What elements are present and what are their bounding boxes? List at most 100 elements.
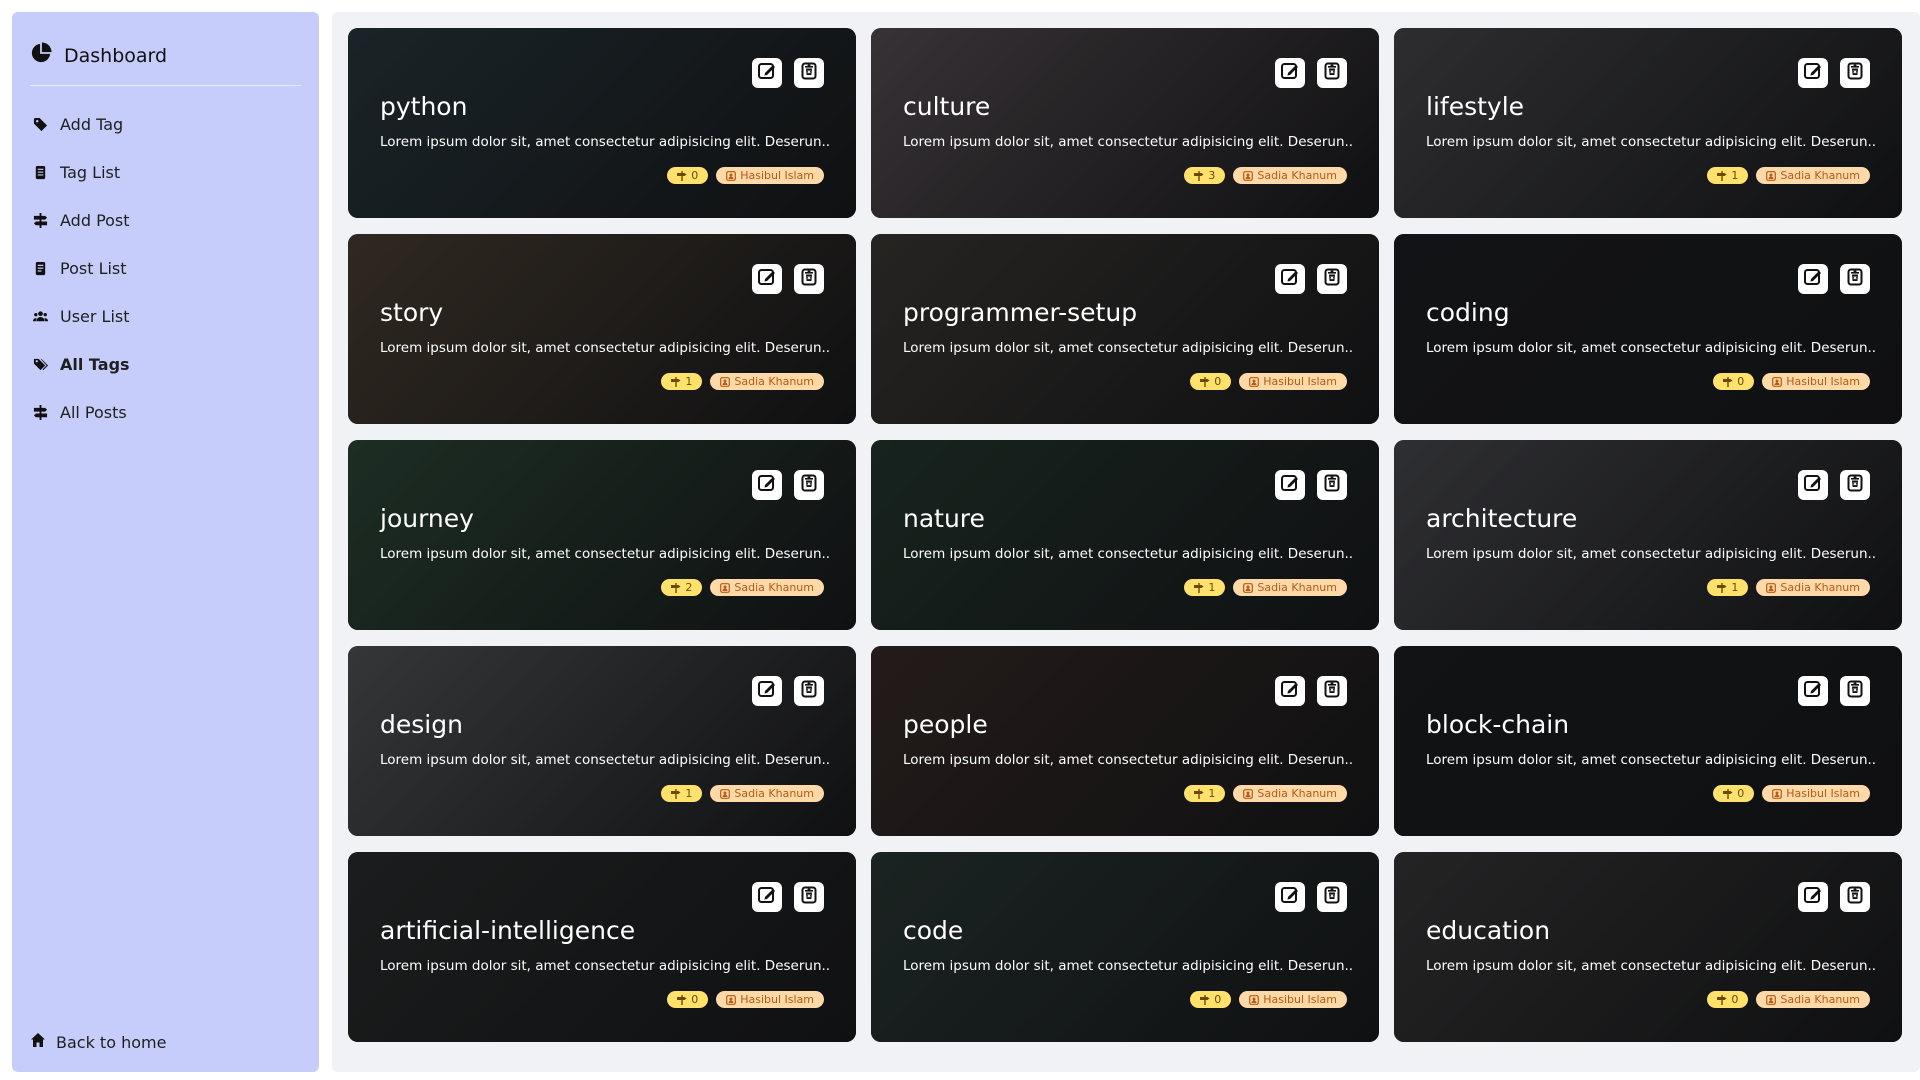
card-title: story: [380, 298, 444, 327]
post-count: 1: [1731, 169, 1739, 182]
edit-button[interactable]: [1275, 264, 1305, 294]
tag-card-programmer-setup[interactable]: programmer-setup Lorem ipsum dolor sit, a…: [871, 234, 1379, 424]
card-overlay: [1394, 440, 1902, 630]
delete-button[interactable]: [1317, 882, 1347, 912]
edit-icon: [1280, 473, 1300, 497]
sidebar-item-all-tags[interactable]: All Tags: [30, 340, 301, 388]
edit-button[interactable]: [1798, 58, 1828, 88]
trash-icon: [1322, 267, 1342, 291]
signpost-icon: [677, 994, 687, 1005]
delete-button[interactable]: [1317, 470, 1347, 500]
edit-button[interactable]: [1798, 470, 1828, 500]
card-badges: 0 Hasibul Islam: [1190, 991, 1347, 1008]
trash-icon: [1845, 61, 1865, 85]
author-badge: Sadia Khanum: [1756, 579, 1870, 596]
post-count: 2: [685, 581, 693, 594]
edit-button[interactable]: [1275, 58, 1305, 88]
tag-card-culture[interactable]: culture Lorem ipsum dolor sit, amet conse…: [871, 28, 1379, 218]
home-icon: [30, 1032, 46, 1052]
sidebar-item-add-post[interactable]: Add Post: [30, 196, 301, 244]
delete-button[interactable]: [1840, 264, 1870, 294]
delete-button[interactable]: [1840, 882, 1870, 912]
user-icon: [1243, 582, 1254, 593]
user-icon: [726, 994, 737, 1005]
post-count-badge: 1: [1707, 167, 1749, 184]
card-overlay: [871, 646, 1379, 836]
tag-card-coding[interactable]: coding Lorem ipsum dolor sit, amet consec…: [1394, 234, 1902, 424]
post-count: 1: [685, 787, 693, 800]
author-name: Hasibul Islam: [740, 169, 814, 182]
edit-icon: [1280, 885, 1300, 909]
sidebar-item-label: Add Tag: [60, 114, 124, 134]
tag-card-design[interactable]: design Lorem ipsum dolor sit, amet consec…: [348, 646, 856, 836]
delete-button[interactable]: [794, 470, 824, 500]
dashboard-title: Dashboard: [64, 44, 168, 67]
sidebar-item-add-tag[interactable]: Add Tag: [30, 100, 301, 148]
delete-button[interactable]: [1317, 58, 1347, 88]
card-title: artificial-intelligence: [380, 916, 636, 945]
delete-button[interactable]: [1840, 676, 1870, 706]
card-description: Lorem ipsum dolor sit, amet consectetur …: [1426, 134, 1876, 150]
tag-card-journey[interactable]: journey Lorem ipsum dolor sit, amet conse…: [348, 440, 856, 630]
delete-button[interactable]: [1840, 470, 1870, 500]
edit-button[interactable]: [752, 264, 782, 294]
edit-button[interactable]: [752, 470, 782, 500]
card-badges: 1 Sadia Khanum: [661, 785, 824, 802]
tag-card-architecture[interactable]: architecture Lorem ipsum dolor sit, amet …: [1394, 440, 1902, 630]
delete-button[interactable]: [794, 58, 824, 88]
tag-card-people[interactable]: people Lorem ipsum dolor sit, amet consec…: [871, 646, 1379, 836]
card-badges: 0 Hasibul Islam: [667, 991, 824, 1008]
edit-button[interactable]: [1798, 882, 1828, 912]
card-title: people: [903, 710, 988, 739]
tag-card-education[interactable]: education Lorem ipsum dolor sit, amet con…: [1394, 852, 1902, 1042]
author-name: Sadia Khanum: [734, 787, 814, 800]
edit-button[interactable]: [752, 676, 782, 706]
signpost-icon: [32, 404, 48, 420]
author-badge: Sadia Khanum: [1233, 785, 1347, 802]
delete-button[interactable]: [794, 676, 824, 706]
edit-button[interactable]: [752, 882, 782, 912]
post-count-badge: 0: [667, 167, 709, 184]
post-count: 1: [1731, 581, 1739, 594]
edit-button[interactable]: [752, 58, 782, 88]
trash-icon: [1322, 885, 1342, 909]
sidebar-item-all-posts[interactable]: All Posts: [30, 388, 301, 436]
delete-button[interactable]: [794, 264, 824, 294]
tag-card-nature[interactable]: nature Lorem ipsum dolor sit, amet consec…: [871, 440, 1379, 630]
tag-card-artificial-intelligence[interactable]: artificial-intelligence Lorem ipsum dolor…: [348, 852, 856, 1042]
tag-card-block-chain[interactable]: block-chain Lorem ipsum dolor sit, amet c…: [1394, 646, 1902, 836]
user-icon: [720, 376, 731, 387]
sidebar-header[interactable]: Dashboard: [30, 30, 301, 86]
card-title: journey: [380, 504, 474, 533]
edit-button[interactable]: [1275, 676, 1305, 706]
card-description: Lorem ipsum dolor sit, amet consectetur …: [1426, 546, 1876, 562]
author-name: Sadia Khanum: [1257, 581, 1337, 594]
sidebar-item-post-list[interactable]: Post List: [30, 244, 301, 292]
sidebar-item-tag-list[interactable]: Tag List: [30, 148, 301, 196]
author-name: Sadia Khanum: [1780, 581, 1860, 594]
back-to-home-link[interactable]: Back to home: [30, 1032, 166, 1052]
post-count: 0: [1214, 375, 1222, 388]
tags-icon: [32, 356, 48, 372]
edit-button[interactable]: [1275, 882, 1305, 912]
delete-button[interactable]: [1317, 676, 1347, 706]
delete-button[interactable]: [794, 882, 824, 912]
delete-button[interactable]: [1840, 58, 1870, 88]
user-icon: [726, 170, 737, 181]
edit-icon: [757, 61, 777, 85]
sidebar-item-user-list[interactable]: User List: [30, 292, 301, 340]
tag-card-python[interactable]: python Lorem ipsum dolor sit, amet consec…: [348, 28, 856, 218]
edit-button[interactable]: [1798, 264, 1828, 294]
edit-button[interactable]: [1275, 470, 1305, 500]
tag-card-lifestyle[interactable]: lifestyle Lorem ipsum dolor sit, amet con…: [1394, 28, 1902, 218]
delete-button[interactable]: [1317, 264, 1347, 294]
user-icon: [1249, 994, 1260, 1005]
signpost-icon: [671, 788, 681, 799]
author-badge: Hasibul Islam: [716, 991, 824, 1008]
tag-card-story[interactable]: story Lorem ipsum dolor sit, amet consect…: [348, 234, 856, 424]
tag-card-code[interactable]: code Lorem ipsum dolor sit, amet consecte…: [871, 852, 1379, 1042]
signpost-icon: [671, 582, 681, 593]
card-actions: [752, 264, 824, 294]
edit-button[interactable]: [1798, 676, 1828, 706]
card-badges: 0 Hasibul Islam: [1713, 785, 1870, 802]
